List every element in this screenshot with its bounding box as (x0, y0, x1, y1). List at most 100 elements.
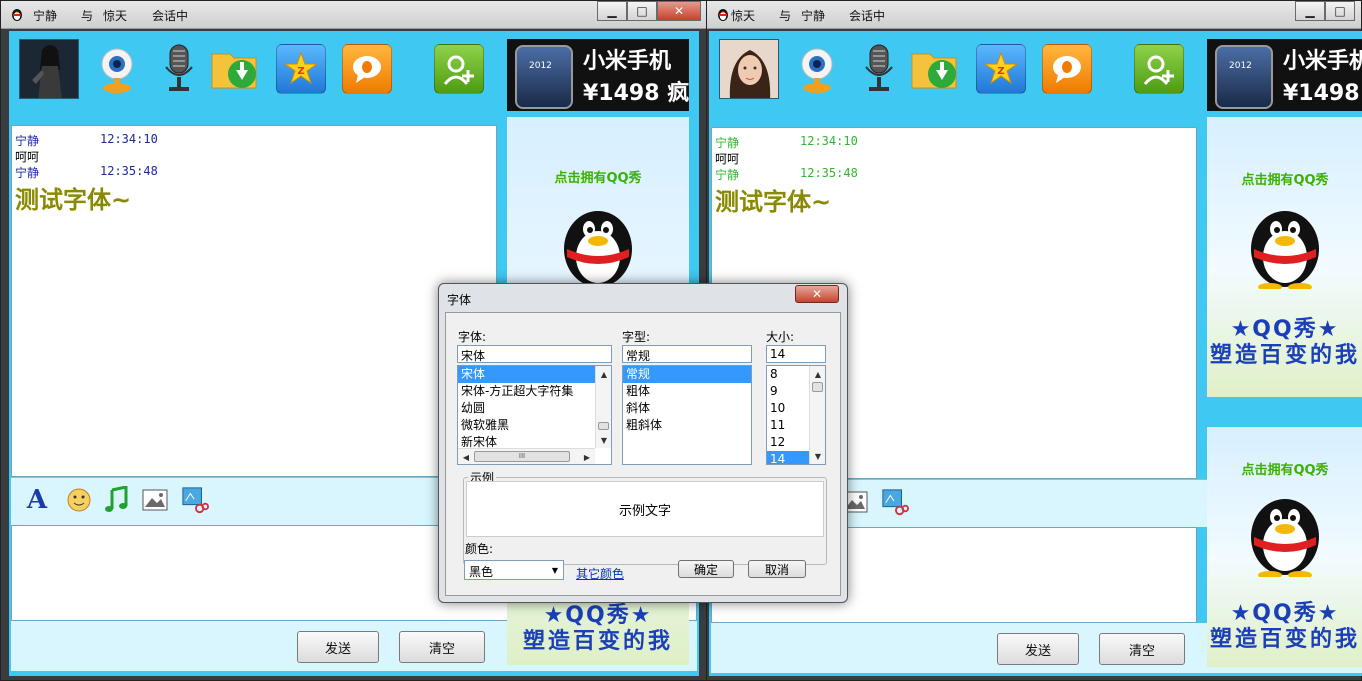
message-time: 12:34:10 (800, 134, 858, 148)
scroll-up-icon[interactable]: ▲ (596, 366, 611, 382)
message-text: 呵呵 (715, 152, 740, 166)
phone-screen-year: 2012 (529, 61, 552, 71)
image-icon[interactable] (141, 486, 169, 514)
phone-ad-banner[interactable]: 2012 小米手机 ¥1498 疯抢 (507, 39, 689, 111)
scrollbar-horizontal[interactable]: ◀ III ▶ (458, 448, 595, 464)
add-friend-icon[interactable] (1131, 41, 1187, 97)
more-colors-link[interactable]: 其它颜色 (576, 565, 624, 582)
message-text-large: 测试字体~ (15, 186, 132, 214)
message-sender: 宁静 (715, 168, 740, 182)
message-time: 12:35:48 (100, 164, 158, 178)
chat-bubble-icon[interactable] (1039, 41, 1095, 97)
chat-history[interactable]: 宁静 12:34:10 呵呵 宁静 12:35:48 测试字体~ (11, 125, 497, 477)
minimize-button[interactable]: ▁ (597, 1, 627, 21)
list-item[interactable]: 幼圆 (458, 400, 611, 417)
close-button[interactable]: ✕ (657, 1, 701, 21)
ok-button[interactable]: 确定 (678, 560, 734, 578)
style-list[interactable]: 常规 粗体 斜体 粗斜体 (622, 365, 752, 465)
qqshow-ad[interactable]: 点击拥有QQ秀 ★QQ秀★ 塑造百变的我 (1207, 117, 1362, 397)
title-with: 与 (779, 9, 792, 23)
title-peer: 宁静 (801, 9, 826, 23)
font-dialog: 字体 ✕ 字体: 宋体 宋体 宋体-方正超大字符集 幼圆 微软雅黑 新宋体 ▲ … (438, 283, 848, 603)
scrollbar-vertical[interactable]: ▲ ▼ (809, 366, 825, 464)
ad-line2: ¥1498 疯抢 (1283, 81, 1362, 106)
list-item[interactable]: 粗斜体 (623, 417, 751, 434)
qzone-icon[interactable]: Z (273, 41, 329, 97)
phone-ad-banner[interactable]: 2012 小米手机 ¥1498 疯抢 (1207, 39, 1362, 111)
scrollbar-vertical[interactable]: ▲ ▼ (595, 366, 611, 448)
list-item[interactable]: 粗体 (623, 383, 751, 400)
scroll-thumb[interactable]: III (474, 451, 570, 462)
ad-line1: 小米手机 (583, 49, 672, 74)
qqshow-slogan: 塑造百变的我 (1209, 627, 1360, 652)
title-with: 与 (81, 9, 94, 23)
ad-line2: ¥1498 疯抢 (583, 81, 689, 106)
microphone-icon[interactable] (151, 41, 207, 97)
avatar[interactable] (719, 39, 779, 99)
qqshow-slogan: 塑造百变的我 (1209, 343, 1360, 368)
list-item[interactable]: 微软雅黑 (458, 417, 611, 434)
qq-penguin-icon (1251, 499, 1319, 577)
font-list[interactable]: 宋体 宋体-方正超大字符集 幼圆 微软雅黑 新宋体 ▲ ▼ ◀ III ▶ (457, 365, 612, 465)
scroll-right-icon[interactable]: ▶ (579, 449, 595, 464)
style-input[interactable]: 常规 (622, 345, 752, 363)
scroll-down-icon[interactable]: ▼ (596, 432, 611, 448)
scroll-up-icon[interactable]: ▲ (810, 366, 825, 382)
chat-bubble-icon[interactable] (339, 41, 395, 97)
size-label: 大小: (766, 330, 795, 344)
title-bar[interactable]: 惊天 与 宁静 会话中 ▁ □ (707, 1, 1361, 29)
scroll-left-icon[interactable]: ◀ (458, 449, 474, 464)
sample-preview: 示例文字 (466, 481, 824, 537)
qqshow-caption: 点击拥有QQ秀 (1241, 463, 1329, 478)
font-input[interactable]: 宋体 (457, 345, 612, 363)
message-sender: 宁静 (715, 136, 740, 150)
list-item[interactable]: 宋体-方正超大字符集 (458, 383, 611, 400)
phone-screen-year: 2012 (1229, 61, 1252, 71)
avatar[interactable] (19, 39, 79, 99)
list-item[interactable]: 斜体 (623, 400, 751, 417)
add-friend-icon[interactable] (431, 41, 487, 97)
webcam-icon[interactable] (789, 41, 845, 97)
chevron-down-icon: ▼ (551, 565, 559, 575)
toolbar: Z (709, 31, 1197, 121)
clear-button[interactable]: 清空 (399, 631, 485, 663)
color-select[interactable]: 黑色 ▼ (464, 560, 564, 580)
send-button[interactable]: 发送 (997, 633, 1079, 665)
list-item[interactable]: 宋体 (458, 366, 611, 383)
file-transfer-icon[interactable] (909, 41, 965, 97)
maximize-button[interactable]: □ (627, 1, 657, 21)
list-item[interactable]: 常规 (623, 366, 751, 383)
scroll-thumb[interactable] (598, 422, 609, 430)
qqshow-ad[interactable]: 点击拥有QQ秀 ★QQ秀★ 塑造百变的我 (1207, 427, 1362, 667)
message-time: 12:34:10 (100, 132, 158, 146)
qzone-icon[interactable]: Z (973, 41, 1029, 97)
webcam-icon[interactable] (89, 41, 145, 97)
ad-line1: 小米手机 (1283, 49, 1362, 74)
qqshow-caption: 点击拥有QQ秀 (554, 171, 642, 186)
minimize-button[interactable]: ▁ (1295, 1, 1325, 21)
toolbar: Z (9, 31, 497, 121)
title-bar[interactable]: 宁静 与 惊天 会话中 ▁ □ ✕ (1, 1, 706, 29)
qq-penguin-icon (1251, 211, 1319, 289)
emoticon-icon[interactable] (65, 486, 93, 514)
file-transfer-icon[interactable] (209, 41, 265, 97)
message-sender: 宁静 (15, 134, 40, 148)
music-icon[interactable] (103, 486, 131, 514)
phone-image: 2012 (515, 45, 573, 109)
size-input[interactable]: 14 (766, 345, 826, 363)
dialog-body: 字体: 宋体 宋体 宋体-方正超大字符集 幼圆 微软雅黑 新宋体 ▲ ▼ ◀ I… (445, 312, 841, 596)
screenshot-icon[interactable] (181, 486, 209, 514)
color-select-value: 黑色 (469, 565, 494, 579)
microphone-icon[interactable] (851, 41, 907, 97)
cancel-button[interactable]: 取消 (748, 560, 806, 578)
size-list[interactable]: 8 9 10 11 12 14 ▲ ▼ (766, 365, 826, 465)
screenshot-icon[interactable] (881, 488, 909, 516)
clear-button[interactable]: 清空 (1099, 633, 1185, 665)
scroll-down-icon[interactable]: ▼ (810, 448, 825, 464)
scroll-thumb[interactable] (812, 382, 823, 392)
svg-text:Z: Z (297, 66, 304, 77)
send-button[interactable]: 发送 (297, 631, 379, 663)
maximize-button[interactable]: □ (1325, 1, 1355, 21)
dialog-close-button[interactable]: ✕ (795, 285, 839, 303)
font-icon[interactable]: A (23, 485, 51, 515)
